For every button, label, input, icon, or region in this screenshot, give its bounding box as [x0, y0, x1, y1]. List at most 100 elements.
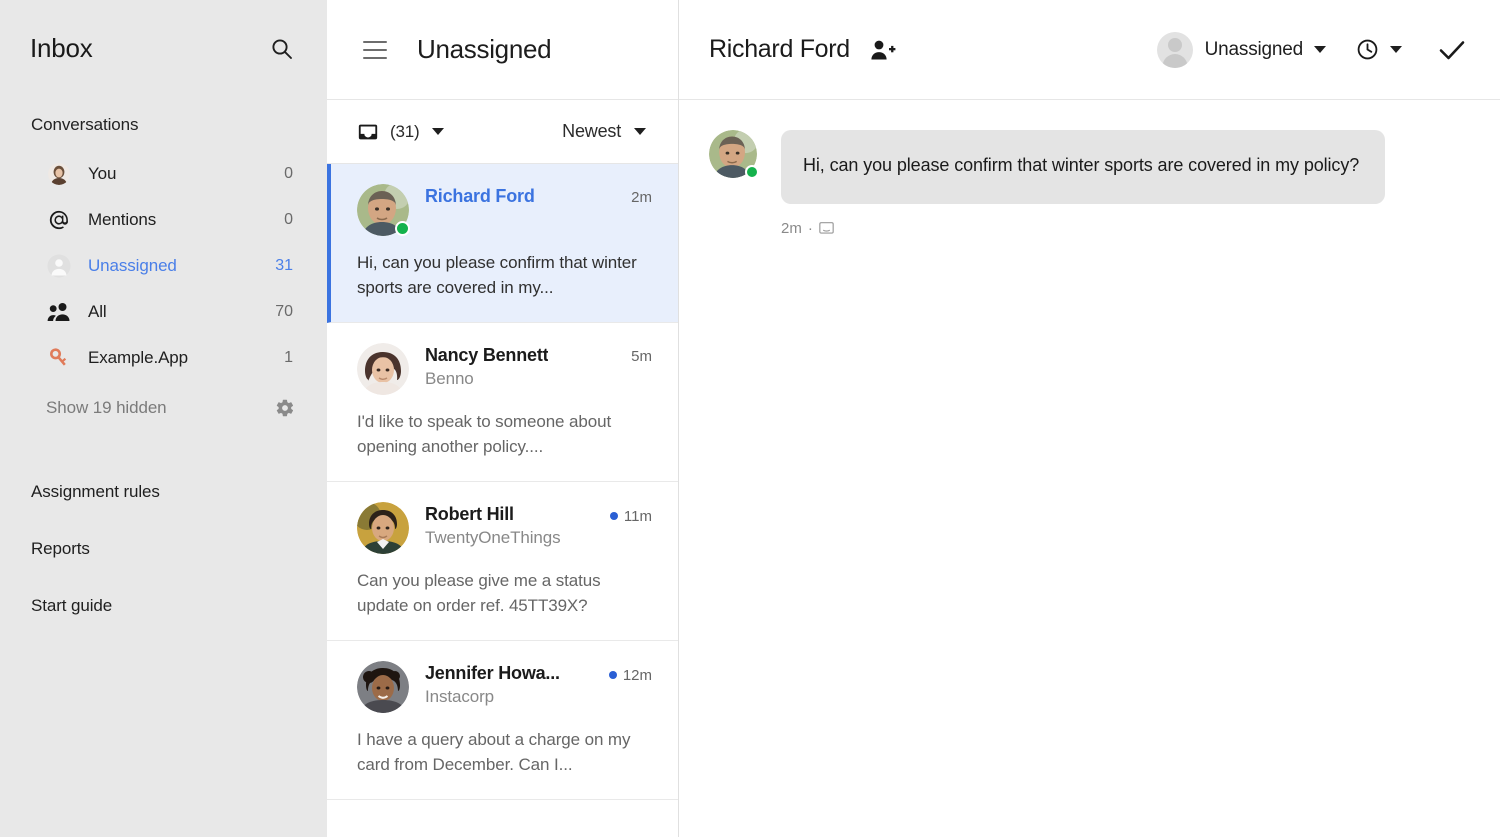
sidebar-item-mentions[interactable]: Mentions 0	[0, 197, 327, 243]
unassigned-person-icon	[46, 253, 72, 279]
conversation-item-meta: Robert Hill 11m TwentyOneThings	[425, 502, 652, 548]
conversation-list-header: Unassigned	[327, 0, 678, 100]
message-thread: Hi, can you please confirm that winter s…	[679, 100, 1500, 837]
online-status-indicator	[745, 165, 759, 179]
clock-icon	[1356, 38, 1379, 61]
conversation-snippet: Hi, can you please confirm that winter s…	[357, 250, 652, 300]
person-placeholder-icon	[1157, 32, 1193, 68]
sidebar-item-count: 0	[284, 211, 293, 229]
avatar	[709, 130, 757, 178]
page-title: Inbox	[30, 33, 93, 64]
chevron-down-icon	[1314, 46, 1326, 53]
at-mention-icon	[46, 207, 72, 233]
people-group-icon	[46, 299, 72, 325]
unread-indicator-dot	[609, 671, 617, 679]
conversation-contact-name: Robert Hill	[425, 504, 514, 525]
conversation-item-header: Richard Ford 2m	[357, 184, 652, 236]
avatar	[357, 184, 409, 236]
inbox-app: Inbox Conversations	[0, 0, 1500, 837]
conversation-item-header: Nancy Bennett 5m Benno	[357, 343, 652, 395]
chevron-down-icon	[634, 128, 646, 135]
chat-bubble-icon	[819, 221, 834, 236]
sidebar-item-assignment-rules[interactable]: Assignment rules	[0, 463, 327, 520]
message-row: Hi, can you please confirm that winter s…	[709, 130, 1466, 237]
online-status-indicator	[395, 221, 410, 236]
chevron-down-icon	[1390, 46, 1402, 53]
conversation-timestamp: 12m	[599, 667, 652, 684]
conversation-item-header: Robert Hill 11m TwentyOneThings	[357, 502, 652, 554]
sidebar-item-start-guide[interactable]: Start guide	[0, 577, 327, 634]
sidebar-item-label: All	[88, 302, 275, 322]
show-hidden-label: Show 19 hidden	[46, 398, 167, 418]
conversation-item-meta: Nancy Bennett 5m Benno	[425, 343, 652, 389]
sidebar-item-unassigned[interactable]: Unassigned 31	[0, 243, 327, 289]
sidebar-item-label: Mentions	[88, 210, 284, 230]
conversation-snippet: I have a query about a charge on my card…	[357, 727, 652, 777]
conversation-item-header: Jennifer Howa... 12m Instacorp	[357, 661, 652, 713]
avatar	[357, 343, 409, 395]
timestamp-text: 12m	[623, 667, 652, 684]
message-footer: 2m ·	[781, 220, 1385, 237]
conversation-contact-name: Jennifer Howa...	[425, 663, 560, 684]
sidebar-item-label: You	[88, 164, 284, 184]
conversation-item-meta: Richard Ford 2m	[425, 184, 652, 207]
conversation-list-item[interactable]: Jennifer Howa... 12m Instacorp I have a …	[327, 641, 678, 800]
sidebar-section-conversations: Conversations	[0, 115, 327, 135]
gear-icon[interactable]	[275, 398, 295, 418]
conversation-company: Instacorp	[425, 687, 652, 707]
sidebar-item-example-app[interactable]: Example.App 1	[0, 335, 327, 381]
assignee-dropdown[interactable]: Unassigned	[1157, 32, 1326, 68]
sidebar-item-reports[interactable]: Reports	[0, 520, 327, 577]
conversation-timestamp: 2m	[621, 189, 652, 206]
key-icon	[46, 345, 72, 371]
message-body: Hi, can you please confirm that winter s…	[781, 130, 1385, 237]
sidebar-links: Assignment rules Reports Start guide	[0, 463, 327, 634]
checkmark-icon	[1438, 37, 1466, 63]
conversation-detail-panel: Richard Ford Unassigned	[679, 0, 1500, 837]
conversation-list-panel: Unassigned (31) Newest	[327, 0, 679, 837]
inbox-tray-icon	[357, 121, 379, 143]
conversation-company: Benno	[425, 369, 652, 389]
sidebar-item-count: 70	[275, 303, 293, 321]
conversation-list-title: Unassigned	[417, 34, 551, 65]
sidebar-item-label: Example.App	[88, 348, 284, 368]
sidebar-item-all[interactable]: All 70	[0, 289, 327, 335]
assignee-label: Unassigned	[1205, 39, 1303, 61]
inbox-filter-dropdown[interactable]: (31)	[357, 121, 444, 143]
sidebar-item-label: Unassigned	[88, 256, 275, 276]
snooze-dropdown[interactable]	[1356, 38, 1402, 61]
conversation-list-toolbar: (31) Newest	[327, 100, 678, 164]
user-avatar-icon	[46, 161, 72, 187]
sort-label: Newest	[562, 121, 621, 142]
sort-dropdown[interactable]: Newest	[562, 121, 646, 142]
sidebar-item-count: 1	[284, 349, 293, 367]
separator-dot: ·	[808, 220, 813, 237]
sidebar: Inbox Conversations	[0, 0, 327, 837]
show-hidden-button[interactable]: Show 19 hidden	[0, 385, 327, 431]
avatar	[357, 502, 409, 554]
sidebar-item-count: 0	[284, 165, 293, 183]
add-person-icon[interactable]	[870, 38, 896, 62]
sidebar-header: Inbox	[0, 0, 327, 64]
message-bubble: Hi, can you please confirm that winter s…	[781, 130, 1385, 204]
search-icon[interactable]	[271, 38, 293, 60]
hamburger-menu-icon[interactable]	[363, 41, 387, 59]
conversation-timestamp: 11m	[600, 508, 652, 525]
message-timestamp: 2m	[781, 220, 802, 237]
unread-indicator-dot	[610, 512, 618, 520]
sidebar-conversation-filters: You 0 Mentions 0	[0, 151, 327, 431]
conversation-contact-name: Nancy Bennett	[425, 345, 548, 366]
conversation-detail-header: Richard Ford Unassigned	[679, 0, 1500, 100]
conversation-actions: Unassigned	[1157, 32, 1466, 68]
avatar	[357, 661, 409, 713]
conversation-company: TwentyOneThings	[425, 528, 652, 548]
conversation-contact-name: Richard Ford	[425, 186, 535, 207]
conversation-list-item[interactable]: Robert Hill 11m TwentyOneThings Can you …	[327, 482, 678, 641]
contact-name: Richard Ford	[709, 35, 850, 64]
conversation-list-item[interactable]: Richard Ford 2m Hi, can you please confi…	[327, 164, 678, 323]
sidebar-item-you[interactable]: You 0	[0, 151, 327, 197]
inbox-count-label: (31)	[390, 122, 419, 142]
conversation-snippet: I'd like to speak to someone about openi…	[357, 409, 652, 459]
resolve-button[interactable]	[1438, 37, 1466, 63]
conversation-list-item[interactable]: Nancy Bennett 5m Benno I'd like to speak…	[327, 323, 678, 482]
